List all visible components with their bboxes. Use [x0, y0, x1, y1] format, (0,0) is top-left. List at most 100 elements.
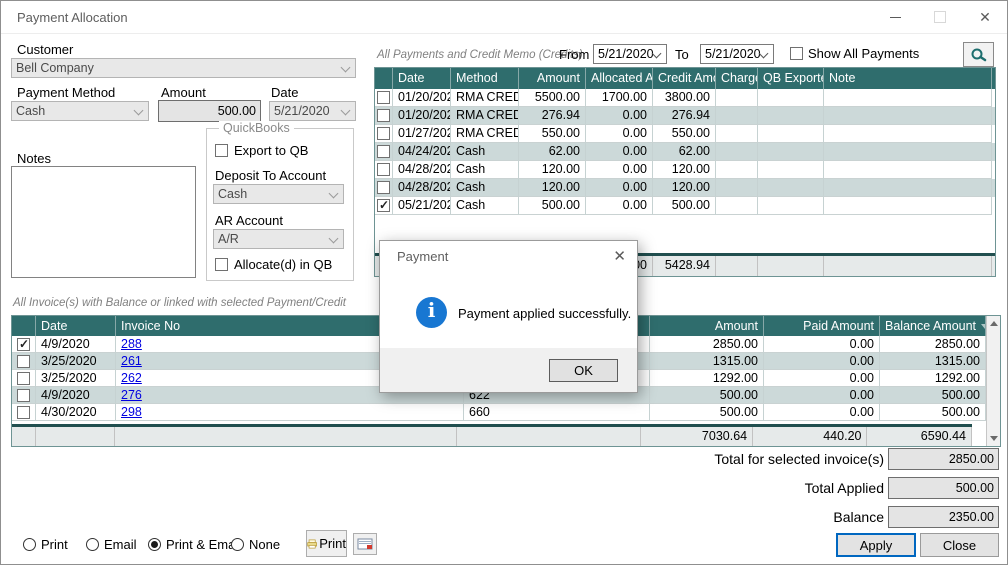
column-header[interactable]: Note: [824, 68, 992, 89]
invoice-date-cell: 4/30/2020: [36, 404, 116, 421]
to-date-combo[interactable]: 5/21/2020: [700, 44, 774, 64]
show-all-payments-label: Show All Payments: [808, 46, 919, 61]
row-checkbox[interactable]: [377, 127, 390, 140]
amount-cell: 500.00: [650, 387, 764, 404]
payment-cell: [758, 197, 824, 215]
select-cell[interactable]: [375, 143, 393, 161]
select-cell[interactable]: [12, 353, 36, 370]
select-cell[interactable]: [375, 89, 393, 107]
balance-field: 2350.00: [888, 506, 999, 528]
show-all-payments-checkbox[interactable]: [790, 47, 803, 60]
amount-cell: 1292.00: [650, 370, 764, 387]
column-header[interactable]: Amount: [519, 68, 586, 89]
radio-email[interactable]: [86, 538, 99, 551]
notes-textarea[interactable]: [11, 166, 196, 278]
invoice-number-link[interactable]: 262: [121, 371, 142, 385]
invoices-total-cell: 6590.44: [867, 427, 972, 446]
row-checkbox[interactable]: [377, 181, 390, 194]
row-checkbox[interactable]: [377, 109, 390, 122]
deposit-account-label: Deposit To Account: [215, 168, 326, 183]
search-payments-button[interactable]: [963, 42, 994, 67]
amount-label: Amount: [161, 85, 206, 100]
invoice-number-link[interactable]: 298: [121, 405, 142, 419]
allocated-in-qb-checkbox[interactable]: [215, 258, 228, 271]
balance-amount-cell: 1292.00: [880, 370, 986, 387]
print-button-label: Print: [319, 536, 346, 551]
select-cell[interactable]: [12, 387, 36, 404]
invoice-date-cell: 4/9/2020: [36, 387, 116, 404]
select-cell[interactable]: [375, 161, 393, 179]
scroll-up-button[interactable]: [987, 316, 1000, 331]
column-header[interactable]: QB Exported: [758, 68, 824, 89]
date-value: 5/21/2020: [274, 104, 330, 118]
print-button[interactable]: Print: [306, 530, 347, 557]
select-cell[interactable]: [375, 197, 393, 215]
select-cell[interactable]: [375, 107, 393, 125]
close-button[interactable]: ✕: [969, 5, 1001, 29]
payment-cell: RMA CREDI..: [451, 89, 519, 107]
payments-caption: All Payments and Credit Memo (Credits): [377, 49, 583, 61]
select-cell[interactable]: [12, 336, 36, 353]
payment-cell: [758, 143, 824, 161]
column-header[interactable]: Allocated A..: [586, 68, 653, 89]
invoice-number-link[interactable]: 261: [121, 354, 142, 368]
ok-button[interactable]: OK: [549, 359, 618, 382]
invoice-number-link[interactable]: 288: [121, 337, 142, 351]
invoices-caption: All Invoice(s) with Balance or linked wi…: [13, 297, 346, 309]
ar-account-combo[interactable]: A/R: [213, 229, 344, 249]
from-date-value: 5/21/2020: [598, 47, 654, 61]
column-header[interactable]: Method: [451, 68, 519, 89]
column-header[interactable]: Date: [393, 68, 451, 89]
row-checkbox[interactable]: [17, 389, 30, 402]
row-checkbox[interactable]: [377, 145, 390, 158]
invoice-date-cell: 3/25/2020: [36, 370, 116, 387]
row-checkbox[interactable]: [17, 355, 30, 368]
invoices-scrollbar[interactable]: [986, 316, 1000, 446]
radio-print[interactable]: [23, 538, 36, 551]
paid-amount-cell: 0.00: [764, 404, 880, 421]
from-date-combo[interactable]: 5/21/2020: [593, 44, 667, 64]
row-checkbox[interactable]: [377, 199, 390, 212]
close-dialog-button[interactable]: Close: [920, 533, 999, 557]
apply-button[interactable]: Apply: [836, 533, 916, 557]
maximize-button[interactable]: [924, 5, 956, 29]
invoices-total-cell: 7030.64: [641, 427, 753, 446]
invoices-totals-row: 7030.64440.206590.44: [12, 424, 972, 446]
email-button[interactable]: [353, 533, 377, 555]
column-header[interactable]: Amount: [650, 316, 764, 336]
radio-none[interactable]: [231, 538, 244, 551]
arrow-up-icon: [990, 321, 998, 326]
select-cell[interactable]: [375, 179, 393, 197]
column-header[interactable]: Charged: [716, 68, 758, 89]
payment-method-combo[interactable]: Cash: [11, 101, 149, 121]
balance-amount-cell: 2850.00: [880, 336, 986, 353]
row-checkbox[interactable]: [17, 372, 30, 385]
row-checkbox[interactable]: [377, 163, 390, 176]
payment-cell: [716, 89, 758, 107]
info-icon: [416, 297, 447, 328]
select-cell[interactable]: [375, 125, 393, 143]
deposit-account-combo[interactable]: Cash: [213, 184, 344, 204]
balance-amount-cell: 1315.00: [880, 353, 986, 370]
date-combo[interactable]: 5/21/2020: [269, 101, 356, 121]
window-title: Payment Allocation: [17, 10, 128, 25]
payment-cell: RMA CREDI..: [451, 125, 519, 143]
row-checkbox[interactable]: [17, 338, 30, 351]
amount-field[interactable]: 500.00: [158, 100, 261, 122]
row-checkbox[interactable]: [17, 406, 30, 419]
invoice-number-link[interactable]: 276: [121, 388, 142, 402]
column-header[interactable]: Credit Amount: [653, 68, 716, 89]
column-header[interactable]: Date: [36, 316, 116, 336]
scroll-down-button[interactable]: [987, 431, 1000, 446]
select-cell[interactable]: [12, 370, 36, 387]
column-header[interactable]: Balance Amount: [880, 316, 986, 336]
export-to-qb-checkbox[interactable]: [215, 144, 228, 157]
printer-icon: [307, 537, 317, 551]
row-checkbox[interactable]: [377, 91, 390, 104]
select-cell[interactable]: [12, 404, 36, 421]
minimize-button[interactable]: [879, 5, 911, 29]
dialog-close-button[interactable]: ✕: [613, 247, 626, 265]
customer-combo[interactable]: Bell Company: [11, 58, 356, 78]
radio-print-email[interactable]: [148, 538, 161, 551]
column-header[interactable]: Paid Amount: [764, 316, 880, 336]
